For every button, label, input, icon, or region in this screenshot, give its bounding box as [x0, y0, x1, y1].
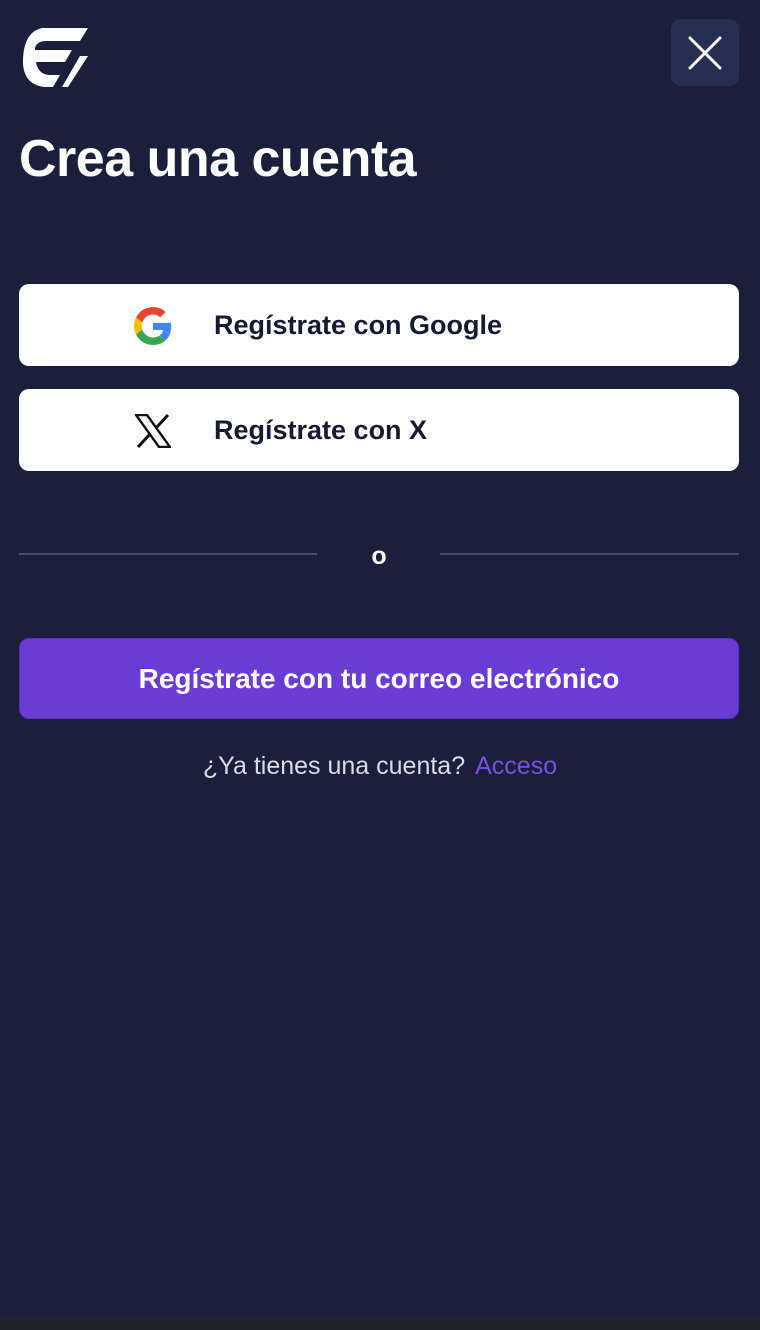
- google-signup-label: Regístrate con Google: [214, 310, 503, 340]
- page-title: Crea una cuenta: [19, 130, 417, 188]
- login-question: ¿Ya tienes una cuenta?: [202, 752, 466, 780]
- close-button[interactable]: [671, 19, 739, 86]
- google-icon: [133, 306, 173, 346]
- divider-line-right: [440, 553, 739, 555]
- login-prompt: ¿Ya tienes una cuenta? Acceso: [0, 746, 760, 786]
- close-icon: [688, 36, 722, 69]
- x-signup-button[interactable]: Regístrate con X: [19, 389, 739, 471]
- email-signup-button[interactable]: Regístrate con tu correo electrónico: [19, 638, 739, 719]
- bottom-bar: [0, 1318, 760, 1330]
- x-signup-label: Regístrate con X: [214, 415, 428, 445]
- divider-line-left: [19, 553, 317, 555]
- login-link[interactable]: Acceso: [475, 752, 557, 780]
- divider-text: o: [371, 542, 387, 570]
- google-signup-button[interactable]: Regístrate con Google: [19, 284, 739, 366]
- brand-logo-icon: [22, 26, 90, 88]
- x-icon: [133, 411, 173, 451]
